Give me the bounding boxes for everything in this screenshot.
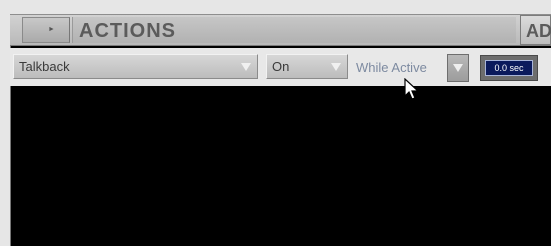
expand-arrow-icon: ►	[48, 26, 55, 33]
actions-title-bar: ACTIONS	[72, 17, 516, 43]
add-action-button[interactable]: ADD	[520, 15, 551, 45]
trigger-mode-dropdown-button[interactable]	[447, 54, 469, 82]
mouse-pointer-icon	[404, 78, 420, 100]
trigger-mode-field[interactable]: While Active	[350, 54, 455, 79]
trigger-mode-value: While Active	[356, 60, 427, 75]
action-row: Talkback On While Active 0.0 sec	[10, 48, 551, 86]
action-type-value: Talkback	[19, 59, 70, 74]
delay-time-display[interactable]: 0.0 sec	[480, 55, 538, 81]
chevron-down-icon	[331, 63, 341, 71]
delay-time-value: 0.0 sec	[485, 60, 533, 76]
add-button-label: ADD	[526, 21, 551, 41]
chevron-down-icon	[453, 64, 463, 72]
action-state-value: On	[272, 59, 290, 74]
action-type-dropdown[interactable]: Talkback	[13, 54, 258, 79]
collapse-toggle-button[interactable]: ►	[22, 17, 70, 43]
actions-title: ACTIONS	[79, 20, 176, 42]
actions-header: ► ACTIONS ADD	[10, 14, 551, 46]
chevron-down-icon	[241, 63, 251, 71]
action-state-dropdown[interactable]: On	[266, 54, 348, 79]
